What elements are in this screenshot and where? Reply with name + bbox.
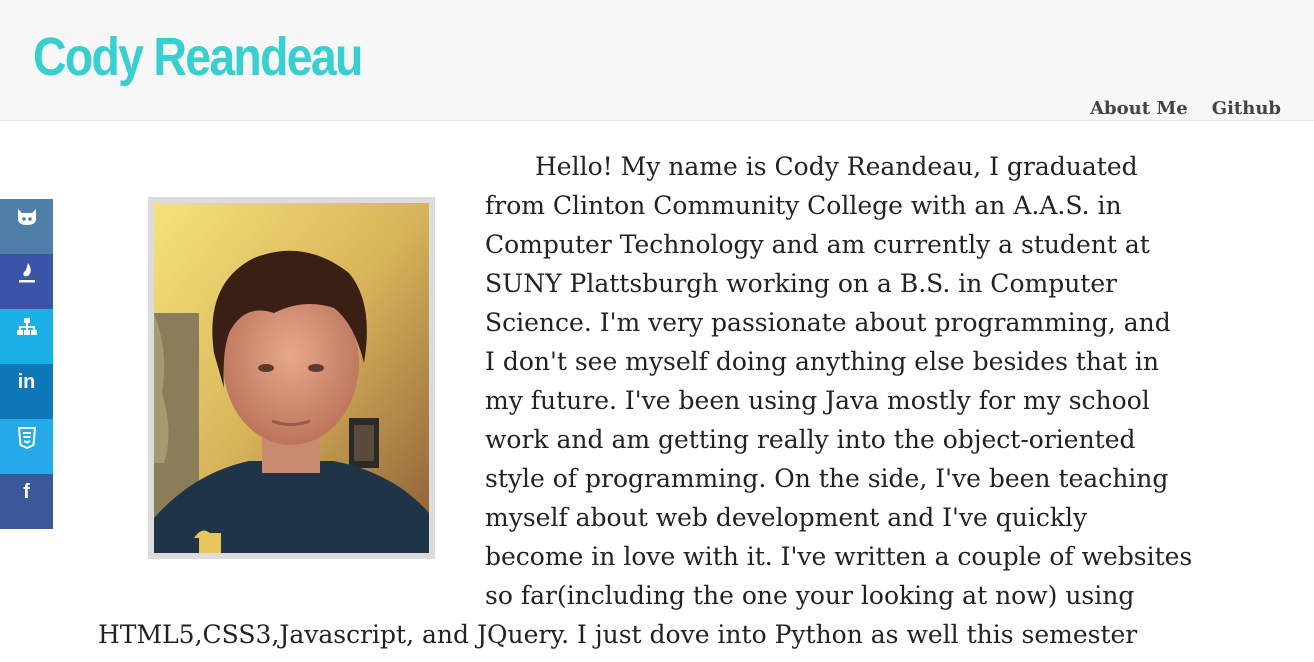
bio-line: Science. I'm very passionate about progr… xyxy=(485,308,1171,337)
bio-line: SUNY Plattsburgh working on a B.S. in Co… xyxy=(485,269,1118,298)
bio-line: style of programming. On the side, I've … xyxy=(485,464,1169,493)
bio-line: become in love with it. I've written a c… xyxy=(485,542,1193,571)
bio-line: work and am getting really into the obje… xyxy=(485,425,1136,454)
bio-line: myself about web development and I've qu… xyxy=(485,503,1088,532)
site-title[interactable]: Cody Reandeau xyxy=(33,24,363,90)
bio-line: Computer Technology and am currently a s… xyxy=(485,230,1150,259)
bio-line: my future. I've been using Java mostly f… xyxy=(485,386,1150,415)
site-header: Cody Reandeau About Me Github xyxy=(0,0,1314,121)
bio-line: Hello! My name is Cody Reandeau, I gradu… xyxy=(535,152,1138,181)
bio-line: from Clinton Community College with an A… xyxy=(485,191,1122,220)
bio-text: Hello! My name is Cody Reandeau, I gradu… xyxy=(0,147,1314,662)
bio-line: HTML5,CSS3,Javascript, and JQuery. I jus… xyxy=(98,620,1138,649)
nav-github[interactable]: Github xyxy=(1212,97,1281,121)
nav-about-me[interactable]: About Me xyxy=(1090,97,1188,121)
bio-line: I don't see myself doing anything else b… xyxy=(485,347,1159,376)
bio-line: so far(including the one your looking at… xyxy=(485,581,1135,610)
main-nav: About Me Github xyxy=(1090,97,1281,121)
